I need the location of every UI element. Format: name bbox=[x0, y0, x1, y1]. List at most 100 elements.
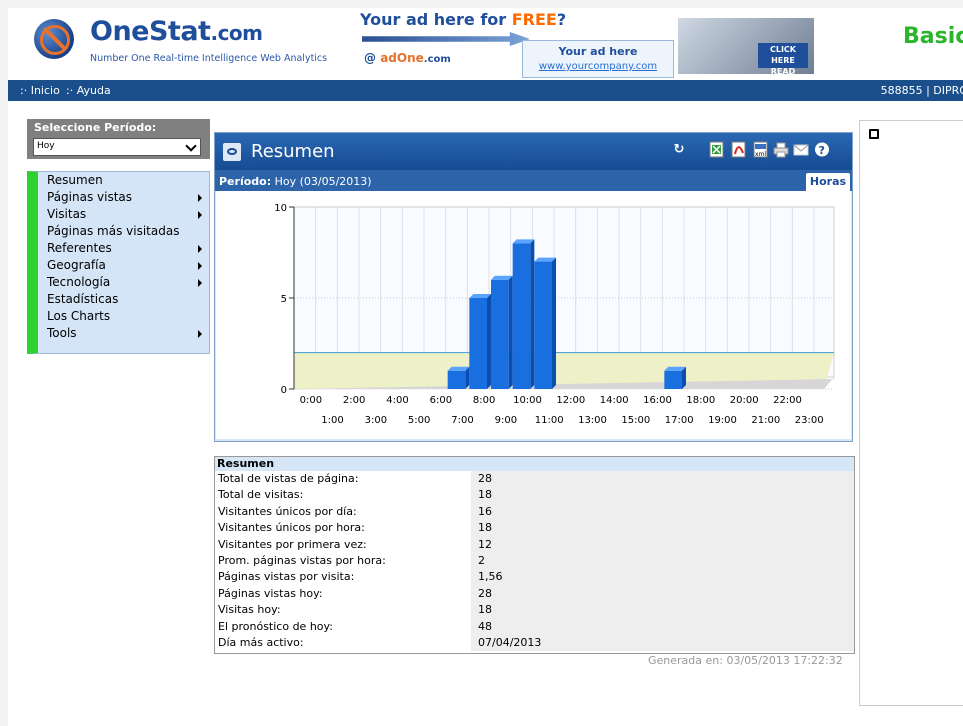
x-tick-label: 19:00 bbox=[708, 415, 737, 426]
row-value: 07/04/2013 bbox=[471, 634, 854, 652]
sidebar-item-label: Páginas vistas bbox=[47, 190, 133, 204]
x-tick-label: 9:00 bbox=[495, 415, 517, 426]
table-row: Visitantes únicos por hora: 18 bbox=[215, 520, 854, 537]
bar bbox=[512, 243, 531, 389]
xml-icon[interactable]: xml bbox=[753, 141, 769, 158]
sidebar-item-tecnología[interactable]: Tecnología bbox=[38, 274, 209, 291]
nav-inicio[interactable]: :· Inicio bbox=[20, 84, 60, 97]
x-tick-label: 6:00 bbox=[430, 395, 452, 406]
bar bbox=[664, 370, 682, 389]
excel-icon[interactable] bbox=[709, 141, 725, 158]
summary-table: Resumen Total de vistas de página: 28 Tota… bbox=[214, 456, 855, 654]
panel-header: Resumen ↻ xml ? bbox=[215, 133, 852, 170]
ad-cta-button[interactable]: CLICK HERE READ MORE bbox=[758, 43, 808, 87]
x-tick-label: 21:00 bbox=[751, 415, 780, 426]
help-icon[interactable]: ? bbox=[814, 141, 830, 158]
table-row: El pronóstico de hoy: 48 bbox=[215, 618, 854, 635]
nav-ayuda[interactable]: :· Ayuda bbox=[66, 84, 111, 97]
chart-svg: 0 5 10 0:00 1:002:003:00 4:005:006:00 7:008:00… bbox=[274, 203, 835, 426]
y-tick-label: 0 bbox=[281, 385, 287, 396]
chevron-right-icon bbox=[198, 279, 202, 287]
sidebar-item-estadísticas[interactable]: Estadísticas bbox=[38, 291, 209, 308]
print-icon[interactable] bbox=[773, 141, 789, 158]
row-value: 12 bbox=[471, 536, 854, 553]
brand-tagline: Number One Real-time Intelligence Web An… bbox=[90, 53, 328, 64]
bar-side bbox=[508, 275, 513, 389]
sidebar-item-label: Los Charts bbox=[47, 309, 111, 323]
row-label: Prom. páginas vistas por hora: bbox=[218, 553, 386, 567]
account-links[interactable]: 588855 | DIPRO | Salir bbox=[881, 84, 963, 97]
row-value: 48 bbox=[471, 618, 854, 635]
summary-panel: Resumen ↻ xml ? Período: Hoy (03/05/2013… bbox=[214, 132, 853, 442]
x-tick-label: 12:00 bbox=[556, 395, 585, 406]
bar bbox=[447, 370, 466, 389]
tab-horas[interactable]: Horas bbox=[806, 173, 850, 192]
period-text: Período: Hoy (03/05/2013) bbox=[219, 175, 372, 188]
row-value: 16 bbox=[471, 503, 854, 521]
sidebar-item-label: Estadísticas bbox=[47, 292, 119, 306]
panel-title: Resumen bbox=[251, 141, 335, 162]
svg-text:xml: xml bbox=[755, 151, 766, 158]
row-value: 28 bbox=[471, 471, 854, 488]
table-row: Total de visitas: 18 bbox=[215, 487, 854, 504]
sidebar-item-los-charts[interactable]: Los Charts bbox=[38, 308, 209, 325]
summary-heading: Resumen bbox=[215, 457, 854, 471]
refresh-icon[interactable]: ↻ bbox=[671, 141, 687, 158]
x-tick-label: 2:00 bbox=[343, 395, 365, 406]
onestat-logo-icon[interactable] bbox=[34, 19, 74, 59]
sidebar-item-tools[interactable]: Tools bbox=[38, 325, 209, 342]
sidebar-item-referentes[interactable]: Referentes bbox=[38, 240, 209, 257]
bar-side bbox=[552, 257, 556, 389]
y-tick-label: 10 bbox=[274, 203, 287, 214]
page: OneStat.com Number One Real-time Intelli… bbox=[8, 8, 963, 726]
ad-box[interactable]: Your ad here www.yourcompany.com bbox=[522, 40, 674, 78]
x-tick-label: 0:00 bbox=[300, 395, 322, 406]
ad-screenshot-image: CLICK HERE READ MORE bbox=[678, 18, 814, 87]
x-tick-label: 15:00 bbox=[621, 415, 650, 426]
bar-side bbox=[487, 294, 491, 389]
x-tick-label: 4:00 bbox=[386, 395, 408, 406]
row-value: 2 bbox=[471, 552, 854, 570]
x-tick-label: 16:00 bbox=[643, 395, 672, 406]
table-row: Visitantes únicos por día: 16 bbox=[215, 503, 854, 521]
plan-label: Basic bbox=[903, 24, 963, 49]
pdf-icon[interactable] bbox=[731, 141, 747, 158]
table-row: Páginas vistas por visita: 1,56 bbox=[215, 569, 854, 586]
row-label: Páginas vistas hoy: bbox=[218, 586, 323, 600]
row-label: Visitas hoy: bbox=[218, 603, 281, 617]
svg-text:?: ? bbox=[819, 144, 825, 157]
x-tick-label: 11:00 bbox=[535, 415, 564, 426]
y-tick-label: 5 bbox=[281, 294, 287, 305]
row-value: 18 bbox=[471, 602, 854, 619]
table-row: Visitas hoy: 18 bbox=[215, 602, 854, 619]
row-label: El pronóstico de hoy: bbox=[218, 619, 333, 633]
x-tick-label: 13:00 bbox=[578, 415, 607, 426]
ad-banner[interactable]: Your ad here for FREE? @ adOne.com Your … bbox=[360, 10, 814, 87]
ad-url-link[interactable]: www.yourcompany.com bbox=[523, 61, 673, 72]
top-nav: :· Inicio :· Ayuda 588855 | DIPRO | Sali… bbox=[8, 80, 963, 101]
period-select[interactable]: Hoy bbox=[33, 138, 201, 156]
ad-sponsor: @ adOne.com bbox=[364, 51, 451, 65]
right-panel bbox=[859, 120, 963, 706]
brand-logo-text[interactable]: OneStat.com bbox=[90, 16, 263, 47]
sidebar-item-resumen[interactable]: Resumen bbox=[38, 172, 209, 189]
x-tick-label: 23:00 bbox=[795, 415, 824, 426]
sidebar-item-páginas-vistas[interactable]: Páginas vistas bbox=[38, 189, 209, 206]
x-tick-label: 7:00 bbox=[451, 415, 473, 426]
x-tick-label: 1:00 bbox=[321, 415, 343, 426]
chevron-right-icon bbox=[198, 194, 202, 202]
sidebar-item-páginas-más-visitadas[interactable]: Páginas más visitadas bbox=[38, 223, 209, 240]
sidebar-item-geografía[interactable]: Geografía bbox=[38, 257, 209, 274]
sidebar-item-label: Resumen bbox=[47, 173, 103, 187]
x-tick-label: 18:00 bbox=[686, 395, 715, 406]
row-label: Total de vistas de página: bbox=[218, 472, 359, 485]
sidebar-item-label: Geografía bbox=[47, 258, 106, 272]
sidebar-item-label: Tools bbox=[47, 326, 77, 340]
hourly-chart: 0 5 10 0:00 1:00 2:00 3:00 4:00 5:00 6:00 7:00 8:00… bbox=[216, 191, 851, 439]
row-value: 28 bbox=[471, 585, 854, 603]
sidebar-item-visitas[interactable]: Visitas bbox=[38, 206, 209, 223]
email-icon[interactable] bbox=[793, 141, 809, 158]
sidebar-item-label: Visitas bbox=[47, 207, 87, 221]
x-tick-label: 20:00 bbox=[730, 395, 759, 406]
period-bar: Período: Hoy (03/05/2013) Horas bbox=[215, 170, 852, 192]
